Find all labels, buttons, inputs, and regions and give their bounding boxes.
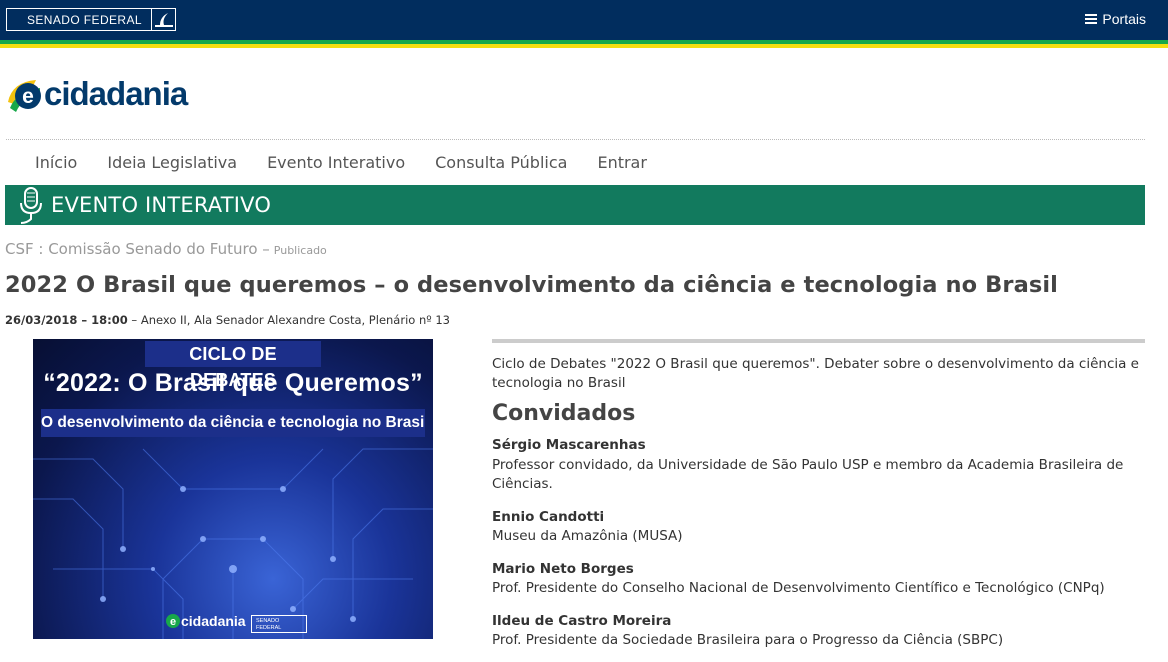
poster-senado-line1: SENADO bbox=[256, 618, 280, 624]
event-poster: CICLO DE DEBATES “2022: O Brasil que Que… bbox=[33, 339, 433, 639]
senado-federal-label: SENADO FEDERAL bbox=[27, 13, 142, 27]
nav-item-ideia-legislativa[interactable]: Ideia Legislativa bbox=[92, 153, 252, 172]
e-cidadania-logo-icon: e bbox=[6, 74, 46, 114]
senado-building-icon bbox=[151, 9, 175, 30]
nav-item-consulta-publica[interactable]: Consulta Pública bbox=[420, 153, 582, 172]
committee-name[interactable]: CSF : Comissão Senado do Futuro – bbox=[5, 240, 270, 258]
poster-headline: “2022: O Brasil que Queremos” bbox=[43, 369, 423, 397]
hamburger-icon bbox=[1085, 14, 1098, 24]
guest-role: Prof. Presidente da Sociedade Brasileira… bbox=[492, 632, 1004, 648]
event-description: Ciclo de Debates "2022 O Brasil que quer… bbox=[492, 356, 1139, 391]
nav-item-inicio[interactable]: Início bbox=[20, 153, 92, 172]
poster-subtitle: O desenvolvimento da ciência e tecnologi… bbox=[41, 409, 425, 437]
poster-kicker: CICLO DE DEBATES bbox=[145, 341, 321, 390]
header-divider bbox=[6, 139, 1145, 140]
guest-name: Ildeu de Castro Moreira bbox=[492, 612, 672, 629]
guest-item: Sérgio Mascarenhas Professor convidado, … bbox=[492, 436, 1145, 495]
nav-item-evento-interativo[interactable]: Evento Interativo bbox=[252, 153, 420, 172]
guest-item: Ennio Candotti Museu da Amazônia (MUSA) bbox=[492, 508, 1145, 547]
microphone-icon bbox=[20, 187, 42, 224]
guest-name: Ennio Candotti bbox=[492, 508, 605, 525]
page-title: 2022 O Brasil que queremos – o desenvolv… bbox=[5, 272, 1058, 298]
guests-title: Convidados bbox=[492, 401, 636, 426]
poster-e-cidadania-logo: e cidadania bbox=[165, 613, 246, 629]
logo-text: cidadania bbox=[44, 75, 188, 112]
top-bar: SENADO FEDERAL Portais bbox=[0, 0, 1168, 40]
section-banner: EVENTO INTERATIVO bbox=[5, 185, 1145, 225]
guest-role: Museu da Amazônia (MUSA) bbox=[492, 528, 683, 544]
portais-label: Portais bbox=[1102, 11, 1146, 27]
guest-item: Ildeu de Castro Moreira Prof. Presidente… bbox=[492, 612, 1145, 651]
guest-role: Prof. Presidente do Conselho Nacional de… bbox=[492, 580, 1105, 596]
poster-logo-text: cidadania bbox=[181, 613, 246, 629]
logo-e-letter: e bbox=[22, 85, 34, 108]
details-divider bbox=[492, 339, 1145, 343]
e-cidadania-logo[interactable]: e cidadania bbox=[6, 72, 188, 116]
poster-logo-icon: e bbox=[166, 614, 180, 628]
guest-name: Mario Neto Borges bbox=[492, 560, 634, 577]
poster-senado-logo: SENADO FEDERAL bbox=[251, 615, 307, 633]
guest-role: Professor convidado, da Universidade de … bbox=[492, 456, 1124, 493]
senado-federal-link[interactable]: SENADO FEDERAL bbox=[6, 8, 176, 31]
nav-item-entrar[interactable]: Entrar bbox=[582, 153, 661, 172]
main-nav: Início Ideia Legislativa Evento Interati… bbox=[20, 153, 662, 172]
portais-menu-button[interactable]: Portais bbox=[1085, 11, 1146, 27]
guest-name: Sérgio Mascarenhas bbox=[492, 437, 646, 453]
event-details: Ciclo de Debates "2022 O Brasil que quer… bbox=[492, 339, 1145, 651]
poster-logo-e-letter: e bbox=[170, 616, 176, 628]
committee-line: CSF : Comissão Senado do Futuro – Publica… bbox=[5, 240, 327, 258]
event-datetime: 26/03/2018 – 18:00 bbox=[5, 313, 128, 327]
event-location: – Anexo II, Ala Senador Alexandre Costa,… bbox=[127, 313, 450, 327]
event-datetime-location: 26/03/2018 – 18:00 – Anexo II, Ala Senad… bbox=[5, 313, 450, 327]
guest-item: Mario Neto Borges Prof. Presidente do Co… bbox=[492, 560, 1145, 599]
yellow-stripe bbox=[0, 44, 1168, 48]
status-badge: Publicado bbox=[273, 244, 327, 257]
banner-title: EVENTO INTERATIVO bbox=[51, 193, 272, 217]
poster-senado-line2: FEDERAL bbox=[256, 625, 282, 631]
